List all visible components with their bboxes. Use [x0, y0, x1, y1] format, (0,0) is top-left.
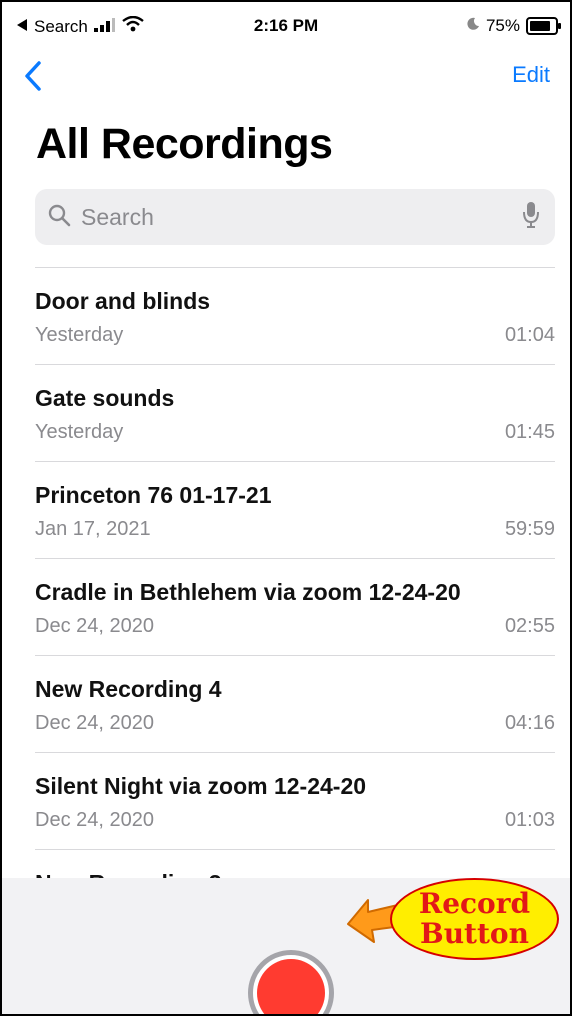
- recording-date: Yesterday: [35, 421, 124, 443]
- recording-duration: 01:04: [504, 324, 555, 346]
- edit-button[interactable]: Edit: [512, 62, 550, 88]
- recording-name: Silent Night via zoom 12-24-20: [35, 773, 367, 799]
- recording-name: New Recording 4: [35, 676, 222, 702]
- page-title: All Recordings: [36, 120, 333, 168]
- recording-duration: 59:59: [504, 518, 555, 540]
- recording-duration: 04:16: [504, 712, 555, 734]
- recording-row[interactable]: Silent Night via zoom 12-24-20 Dec 24, 2…: [35, 753, 555, 849]
- search-input[interactable]: [79, 196, 523, 238]
- annotation-line2: Button: [420, 917, 529, 950]
- search-icon: [47, 203, 71, 232]
- recording-row[interactable]: Gate sounds Yesterday 01:45: [35, 365, 555, 461]
- navigation-bar: Edit: [2, 58, 570, 98]
- recordings-list: Door and blinds Yesterday 01:04 Gate sou…: [35, 267, 555, 890]
- microphone-icon[interactable]: [523, 201, 539, 234]
- battery-percent: 75%: [485, 16, 520, 35]
- recording-date: Dec 24, 2020: [35, 615, 154, 637]
- annotation-callout: Record Button: [390, 878, 559, 960]
- recording-name: Princeton 76 01-17-21: [35, 482, 272, 508]
- recording-name: Gate sounds: [35, 385, 175, 411]
- annotation-line1: Record: [418, 887, 531, 920]
- recording-duration: 02:55: [504, 615, 555, 637]
- recording-name: Door and blinds: [35, 288, 211, 314]
- battery-icon: [526, 17, 561, 35]
- moon-icon: [466, 16, 480, 36]
- recording-date: Dec 24, 2020: [35, 712, 154, 734]
- recording-duration: 01:45: [504, 421, 555, 443]
- chevron-left-icon[interactable]: [24, 60, 42, 97]
- status-bar: Search 2:16 PM 75%: [2, 2, 570, 52]
- recording-row[interactable]: Cradle in Bethlehem via zoom 12-24-20 De…: [35, 559, 555, 655]
- recording-duration: 01:03: [504, 809, 555, 831]
- recording-date: Jan 17, 2021: [35, 518, 151, 540]
- recording-name: Cradle in Bethlehem via zoom 12-24-20: [35, 579, 461, 605]
- recording-date: Yesterday: [35, 324, 124, 346]
- status-right: 75%: [466, 16, 561, 36]
- recording-row[interactable]: Door and blinds Yesterday 01:04: [35, 268, 555, 364]
- recording-date: Dec 24, 2020: [35, 809, 154, 831]
- recording-row[interactable]: Princeton 76 01-17-21 Jan 17, 2021 59:59: [35, 462, 555, 558]
- phone-screen: Search 2:16 PM 75% Edit All Recordings S…: [0, 0, 572, 1016]
- search-bar[interactable]: [35, 189, 555, 245]
- recording-row[interactable]: New Recording 4 Dec 24, 2020 04:16: [35, 656, 555, 752]
